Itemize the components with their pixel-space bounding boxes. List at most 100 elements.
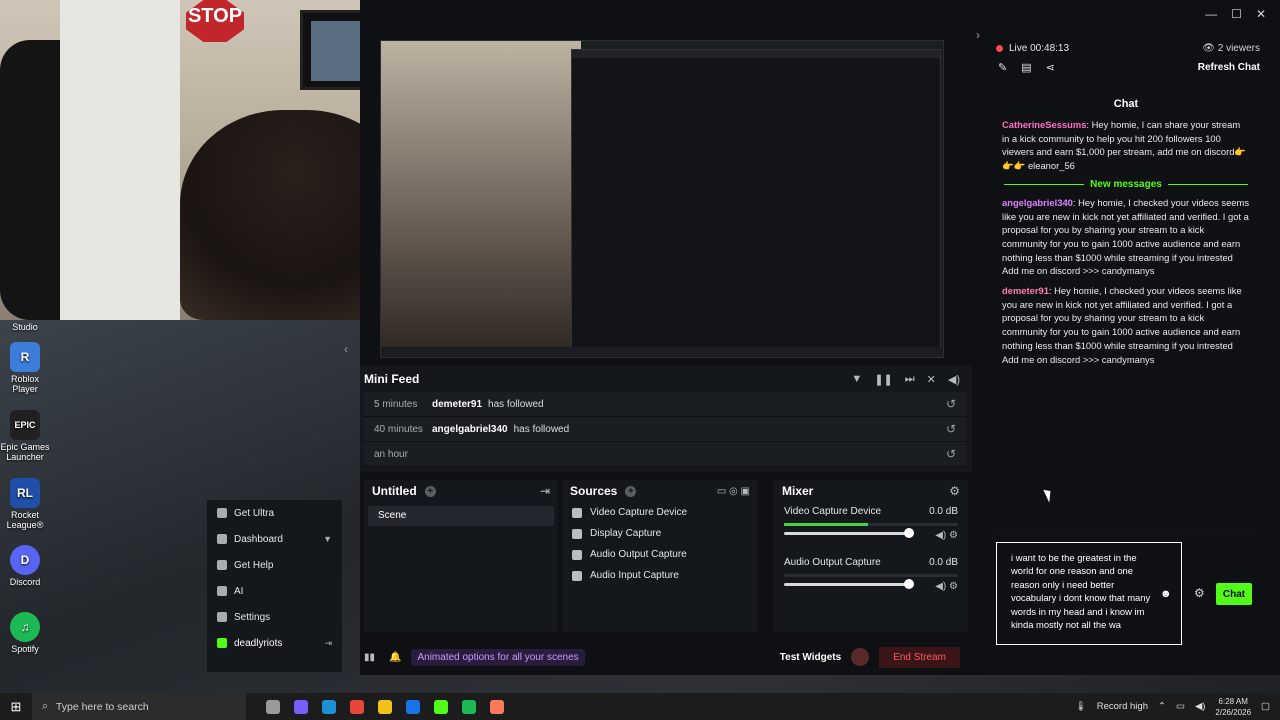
notification-icon[interactable]: ▢ bbox=[1261, 701, 1270, 712]
live-indicator bbox=[996, 44, 1003, 52]
windows-start-icon[interactable]: ⊞ bbox=[0, 699, 32, 715]
source-item[interactable]: Video Capture Device bbox=[562, 502, 758, 523]
network-icon[interactable]: ▭ bbox=[1176, 701, 1185, 712]
chrome-icon[interactable] bbox=[350, 699, 364, 714]
chat-panel: Live 00:48:13 👁 2 viewers ✎ ▤ ⋖ Refresh … bbox=[992, 40, 1260, 655]
mute-alerts-icon[interactable]: ✕ bbox=[927, 373, 936, 386]
replay-icon[interactable]: ↺ bbox=[946, 397, 956, 411]
feed-row: an hour ↺ bbox=[364, 442, 966, 467]
volume-icon[interactable]: ◀) bbox=[948, 373, 960, 386]
record-button[interactable] bbox=[851, 648, 870, 666]
kick-logo-icon bbox=[217, 638, 227, 648]
kick-icon[interactable] bbox=[434, 699, 448, 714]
roblox-icon: R bbox=[10, 342, 40, 372]
desktop-icon-roblox[interactable]: R Roblox Player bbox=[0, 342, 50, 394]
edge-icon[interactable] bbox=[322, 699, 336, 714]
desktop-icon-rocket-league[interactable]: RL Rocket League® bbox=[0, 478, 50, 530]
source-item[interactable]: Display Capture bbox=[562, 523, 758, 544]
replay-icon[interactable]: ↺ bbox=[946, 422, 956, 436]
record-status[interactable]: Record high bbox=[1097, 701, 1148, 712]
share-icon[interactable]: ⋖ bbox=[1046, 61, 1055, 74]
desktop-icon-spotify[interactable]: ♫ Spotify bbox=[0, 612, 50, 654]
chat-messages: Chat CatherineSessums: Hey homie, I can … bbox=[992, 94, 1260, 534]
source-item[interactable]: Audio Input Capture bbox=[562, 565, 758, 586]
dashboard-icon bbox=[217, 534, 227, 544]
streamlabs-icon[interactable] bbox=[490, 699, 504, 714]
viewer-count: 👁 2 viewers bbox=[1202, 42, 1260, 54]
file-explorer-icon[interactable] bbox=[378, 699, 392, 714]
mixer-channel: Video Capture Device 0.0 dB ◀) ⚙ bbox=[784, 506, 958, 541]
audio-meter bbox=[784, 574, 958, 577]
weather-icon[interactable]: 🌡 bbox=[1075, 701, 1087, 712]
gear-icon[interactable]: ⚙ bbox=[949, 484, 960, 498]
gear-icon bbox=[217, 612, 227, 622]
volume-icon[interactable]: ◀) bbox=[1195, 701, 1205, 712]
volume-slider[interactable] bbox=[784, 579, 914, 589]
end-stream-button[interactable]: End Stream bbox=[879, 646, 960, 668]
epic-games-icon: EPIC bbox=[10, 410, 40, 440]
stats-icon[interactable]: ▮▮ bbox=[364, 652, 375, 663]
collapse-right-icon[interactable]: › bbox=[976, 28, 980, 42]
scene-transition-icon[interactable]: ⇥ bbox=[540, 484, 550, 498]
task-view-icon[interactable] bbox=[266, 699, 280, 714]
chat-input[interactable]: i want to be the greatest in the world f… bbox=[996, 542, 1182, 645]
scenes-title[interactable]: Untitled bbox=[372, 484, 417, 498]
nav-get-help[interactable]: Get Help bbox=[207, 552, 342, 578]
clock[interactable]: 6:28 AM 2/26/2026 bbox=[1215, 696, 1251, 718]
folder-icon[interactable]: ▤ bbox=[1021, 61, 1031, 74]
minimize-icon[interactable]: — bbox=[1205, 7, 1217, 21]
mixer-channel: Audio Output Capture 0.0 dB ◀) ⚙ bbox=[784, 557, 958, 592]
bell-icon[interactable]: 🔔 bbox=[389, 652, 401, 663]
logout-icon[interactable]: ⇥ bbox=[324, 638, 332, 649]
test-widgets-button[interactable]: Test Widgets bbox=[780, 652, 841, 663]
monitor-icon bbox=[572, 528, 582, 539]
taskbar-search[interactable]: ⌕ Type here to search bbox=[32, 693, 246, 720]
source-item[interactable]: Audio Output Capture bbox=[562, 544, 758, 565]
nav-get-ultra[interactable]: Get Ultra bbox=[207, 500, 342, 526]
add-scene-icon[interactable]: + bbox=[424, 485, 436, 497]
discord-icon: D bbox=[10, 545, 40, 575]
collapse-left-icon[interactable]: ‹ bbox=[344, 342, 348, 356]
mute-gear-icons[interactable]: ◀) ⚙ bbox=[935, 530, 958, 541]
desktop-icon-discord[interactable]: D Discord bbox=[0, 545, 50, 587]
search-icon: ⌕ bbox=[42, 700, 48, 712]
copilot-icon[interactable] bbox=[294, 699, 308, 714]
desktop-icon-studio[interactable]: Studio bbox=[0, 322, 50, 332]
edit-icon[interactable]: ✎ bbox=[998, 61, 1007, 74]
nav-user[interactable]: deadlyriots ⇥ bbox=[207, 630, 342, 656]
mixer-dock: Mixer ⚙ Video Capture Device 0.0 dB ◀) ⚙ … bbox=[774, 480, 968, 632]
mini-feed-panel: Mini Feed ▼ ❚❚ ⏭ ✕ ◀) 5 minutes demeter9… bbox=[360, 366, 972, 472]
chat-message: CatherineSessums: Hey homie, I can share… bbox=[1002, 119, 1247, 172]
pause-icon[interactable]: ❚❚ bbox=[874, 373, 892, 386]
stream-preview[interactable] bbox=[380, 40, 944, 358]
windows-taskbar: ⊞ ⌕ Type here to search 🌡 Record high ⌃ … bbox=[0, 693, 1280, 720]
refresh-chat-button[interactable]: Refresh Chat bbox=[1198, 62, 1260, 73]
gear-icon[interactable]: ⚙ bbox=[1194, 586, 1205, 600]
spotify-icon[interactable] bbox=[462, 699, 476, 714]
close-icon[interactable]: ✕ bbox=[1256, 7, 1266, 21]
audio-meter bbox=[784, 523, 958, 526]
send-chat-button[interactable]: Chat bbox=[1216, 583, 1252, 605]
chevron-up-icon[interactable]: ⌃ bbox=[1158, 701, 1166, 712]
microphone-icon bbox=[572, 570, 582, 581]
speaker-icon bbox=[572, 549, 582, 560]
filter-icon[interactable]: ▼ bbox=[851, 373, 862, 386]
add-source-icon[interactable]: + bbox=[625, 485, 637, 497]
emote-icon[interactable]: ☻ bbox=[1160, 588, 1172, 600]
nav-settings[interactable]: Settings bbox=[207, 604, 342, 630]
mute-gear-icons[interactable]: ◀) ⚙ bbox=[935, 581, 958, 592]
outlook-icon[interactable] bbox=[406, 699, 420, 714]
replay-icon[interactable]: ↺ bbox=[946, 447, 956, 461]
source-tools-icon[interactable]: ▭ ◎ ▣ bbox=[717, 486, 750, 497]
nav-dashboard[interactable]: Dashboard ▼ bbox=[207, 526, 342, 552]
rocket-league-icon: RL bbox=[10, 478, 40, 508]
maximize-icon[interactable]: ☐ bbox=[1231, 7, 1242, 21]
animated-options-banner[interactable]: Animated options for all your scenes bbox=[411, 648, 585, 666]
volume-slider[interactable] bbox=[784, 528, 914, 538]
desktop-icon-epic[interactable]: EPIC Epic Games Launcher bbox=[0, 410, 50, 462]
scenes-dock: Untitled + ⇥ Scene bbox=[364, 480, 558, 632]
nav-ai[interactable]: AI bbox=[207, 578, 342, 604]
scene-item[interactable]: Scene bbox=[368, 506, 554, 526]
skip-icon[interactable]: ⏭ bbox=[905, 373, 915, 386]
system-tray: 🌡 Record high ⌃ ▭ ◀) 6:28 AM 2/26/2026 ▢ bbox=[1075, 696, 1280, 718]
